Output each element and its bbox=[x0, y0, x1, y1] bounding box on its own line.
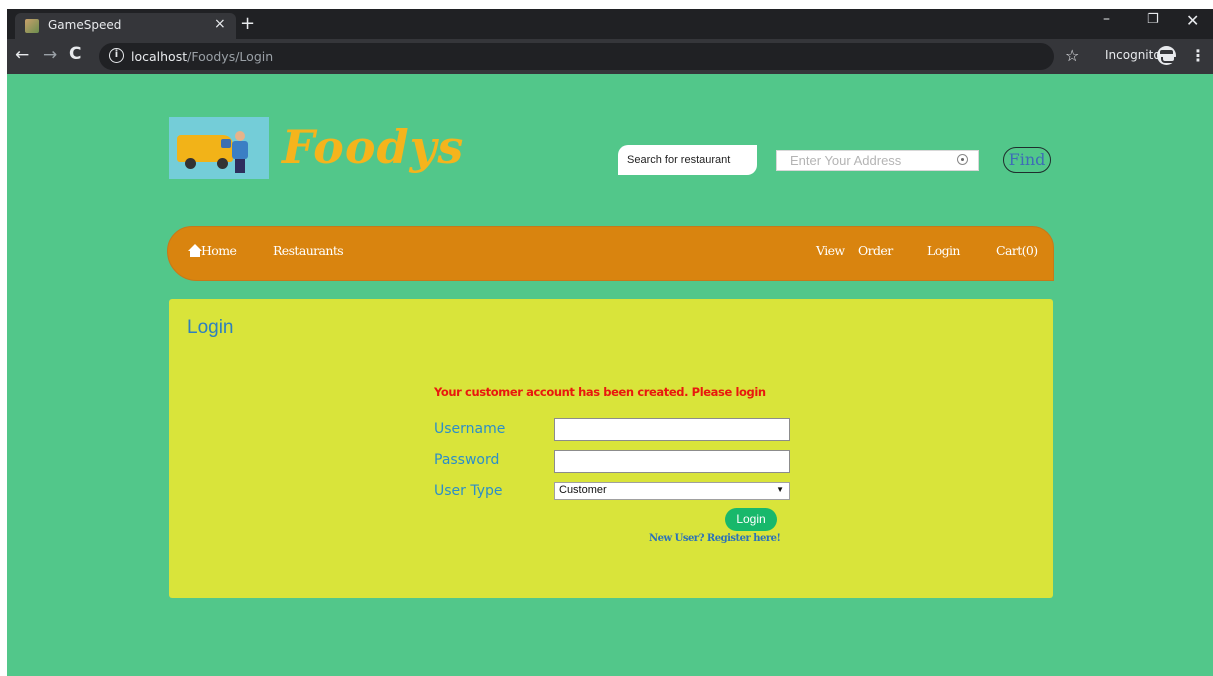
browser-tab[interactable]: GameSpeed × bbox=[15, 13, 236, 39]
home-icon bbox=[188, 244, 202, 257]
password-label: Password bbox=[434, 452, 500, 468]
tab-strip: GameSpeed × + – ❐ ✕ bbox=[7, 9, 1213, 39]
success-message: Your customer account has been created. … bbox=[434, 385, 766, 399]
incognito-label: Incognito bbox=[1105, 48, 1161, 62]
truck-wheel bbox=[217, 158, 228, 169]
delivery-man-body bbox=[232, 141, 248, 159]
delivery-man-legs bbox=[235, 159, 245, 173]
delivery-man-icon bbox=[232, 131, 248, 173]
url-host: localhost bbox=[131, 49, 188, 64]
page-title: Login bbox=[187, 317, 234, 338]
locate-icon[interactable] bbox=[957, 154, 968, 165]
logo-image[interactable] bbox=[169, 117, 269, 179]
nav-view[interactable]: View bbox=[816, 243, 845, 258]
nav-restaurants[interactable]: Restaurants bbox=[273, 243, 344, 258]
usertype-select[interactable]: Customer ▼ bbox=[554, 482, 790, 500]
browser-window: GameSpeed × + – ❐ ✕ ← → C i localhost/Fo… bbox=[7, 9, 1213, 676]
login-button[interactable]: Login bbox=[725, 508, 777, 531]
find-button[interactable]: Find bbox=[1003, 147, 1051, 173]
tab-title: GameSpeed bbox=[48, 18, 122, 32]
favicon-icon bbox=[25, 19, 39, 33]
username-label: Username bbox=[434, 421, 506, 437]
close-icon[interactable]: ✕ bbox=[1186, 11, 1199, 30]
nav-login[interactable]: Login bbox=[927, 243, 960, 258]
browser-toolbar: ← → C i localhost/Foodys/Login ☆ Incogni… bbox=[7, 39, 1213, 74]
restaurant-search-input[interactable] bbox=[618, 145, 757, 175]
main-navbar: Home Restaurants View Order Login Cart(0… bbox=[167, 226, 1054, 281]
minimize-icon[interactable]: – bbox=[1103, 11, 1110, 27]
address-field[interactable] bbox=[776, 150, 979, 171]
login-panel: Login Your customer account has been cre… bbox=[169, 299, 1053, 598]
restore-icon[interactable]: ❐ bbox=[1147, 12, 1159, 27]
nav-order[interactable]: Order bbox=[858, 243, 893, 258]
password-input[interactable] bbox=[554, 450, 790, 473]
usertype-label: User Type bbox=[434, 483, 503, 499]
menu-icon[interactable]: ⋮ bbox=[1190, 46, 1206, 65]
address-input[interactable] bbox=[777, 151, 957, 170]
truck-window bbox=[221, 139, 231, 148]
bookmark-star-icon[interactable]: ☆ bbox=[1065, 46, 1079, 65]
brand-logo-text[interactable]: Foodys bbox=[282, 120, 464, 174]
nav-cart[interactable]: Cart(0) bbox=[996, 243, 1038, 258]
address-bar[interactable]: i localhost/Foodys/Login bbox=[99, 43, 1054, 70]
back-arrow-icon[interactable]: ← bbox=[15, 45, 29, 65]
forward-arrow-icon[interactable]: → bbox=[43, 45, 57, 65]
nav-home-label: Home bbox=[201, 243, 237, 258]
info-icon[interactable]: i bbox=[109, 48, 124, 63]
register-link[interactable]: New User? Register here! bbox=[649, 533, 781, 544]
url-path: /Foodys/Login bbox=[187, 49, 274, 64]
truck-wheel bbox=[185, 158, 196, 169]
page-viewport: Foodys Find Home Restaurants View Order … bbox=[7, 74, 1213, 676]
new-tab-button[interactable]: + bbox=[240, 13, 255, 34]
dropdown-caret-icon: ▼ bbox=[776, 485, 784, 494]
reload-icon[interactable]: C bbox=[69, 44, 81, 64]
usertype-value: Customer bbox=[559, 484, 607, 496]
nav-home[interactable]: Home bbox=[188, 243, 237, 258]
username-input[interactable] bbox=[554, 418, 790, 441]
delivery-man-head bbox=[235, 131, 245, 141]
tab-close-icon[interactable]: × bbox=[214, 16, 226, 32]
incognito-icon[interactable] bbox=[1157, 46, 1176, 65]
url-text[interactable]: localhost/Foodys/Login bbox=[131, 49, 273, 64]
